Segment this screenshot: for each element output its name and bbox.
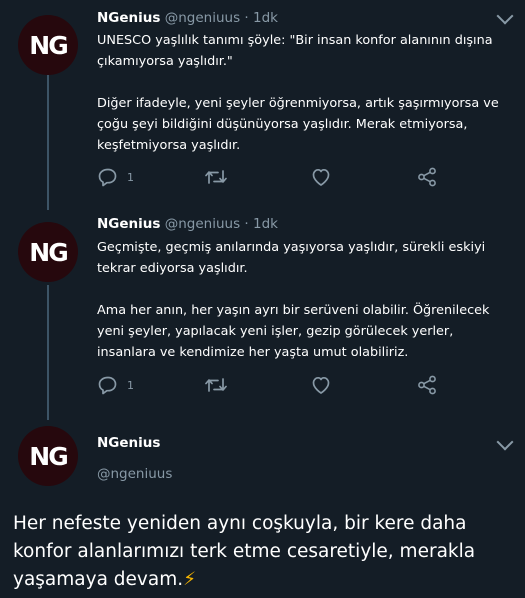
share-icon <box>418 375 436 395</box>
reply-bubble-icon <box>98 376 117 395</box>
tweet-text: UNESCO yaşlılık tanımı şöyle: "Bir insan… <box>97 30 509 156</box>
share-icon <box>418 167 436 187</box>
retweet-icon <box>205 378 227 392</box>
handle[interactable]: @ngeniuus <box>165 10 240 26</box>
chevron-down-icon[interactable] <box>496 7 514 25</box>
share-button[interactable] <box>416 374 438 396</box>
handle[interactable]: @ngeniuus <box>97 466 172 482</box>
reply-count: 1 <box>127 170 134 184</box>
timestamp[interactable]: 1dk <box>253 216 278 232</box>
tweet-actions: 1 <box>97 166 457 188</box>
retweet-button[interactable] <box>204 166 228 188</box>
lightning-emoji: ⚡ <box>183 569 197 590</box>
tweet-text: Geçmişte, geçmiş anılarında yaşıyorsa ya… <box>97 237 509 363</box>
caption-text: Her nefeste yeniden aynı coşkuyla, bir k… <box>13 513 476 590</box>
tweet-paragraph: Geçmişte, geçmiş anılarında yaşıyorsa ya… <box>97 240 486 276</box>
heart-icon <box>312 168 330 186</box>
reply-button[interactable]: 1 <box>97 374 134 396</box>
avatar[interactable]: NG <box>18 222 78 282</box>
tweet-header: NGenius <box>97 435 160 451</box>
separator: · <box>244 10 249 26</box>
chevron-down-icon[interactable] <box>496 433 514 451</box>
thread-line <box>47 70 49 210</box>
avatar[interactable]: NG <box>18 15 78 75</box>
display-name[interactable]: NGenius <box>97 216 160 232</box>
handle[interactable]: @ngeniuus <box>165 216 240 232</box>
tweet-paragraph: UNESCO yaşlılık tanımı şöyle: "Bir insan… <box>97 33 493 69</box>
thread-line <box>47 285 49 420</box>
display-name[interactable]: NGenius <box>97 10 160 26</box>
tweet-actions: 1 <box>97 374 457 396</box>
retweet-icon <box>205 170 227 184</box>
avatar-logo-text: NG <box>29 441 68 471</box>
reply-button[interactable]: 1 <box>97 166 134 188</box>
share-button[interactable] <box>416 166 438 188</box>
tweet-header: NGenius @ngeniuus · 1dk <box>97 10 278 26</box>
like-button[interactable] <box>310 166 332 188</box>
tweet-paragraph: Ama her anın, her yaşın ayrı bir serüven… <box>97 303 490 360</box>
timestamp[interactable]: 1dk <box>253 10 278 26</box>
retweet-button[interactable] <box>204 374 228 396</box>
heart-icon <box>312 376 330 394</box>
avatar-logo-text: NG <box>29 30 68 60</box>
avatar[interactable]: NG <box>18 426 78 486</box>
like-button[interactable] <box>310 374 332 396</box>
display-name[interactable]: NGenius <box>97 435 160 451</box>
tweet-paragraph: Diğer ifadeyle, yeni şeyler öğrenmiyorsa… <box>97 96 499 153</box>
tweet-header: NGenius @ngeniuus · 1dk <box>97 216 278 232</box>
reply-count: 1 <box>127 378 134 392</box>
tweet-main-text: Her nefeste yeniden aynı coşkuyla, bir k… <box>13 510 518 594</box>
separator: · <box>244 216 249 232</box>
reply-bubble-icon <box>98 168 117 187</box>
avatar-logo-text: NG <box>29 237 68 267</box>
